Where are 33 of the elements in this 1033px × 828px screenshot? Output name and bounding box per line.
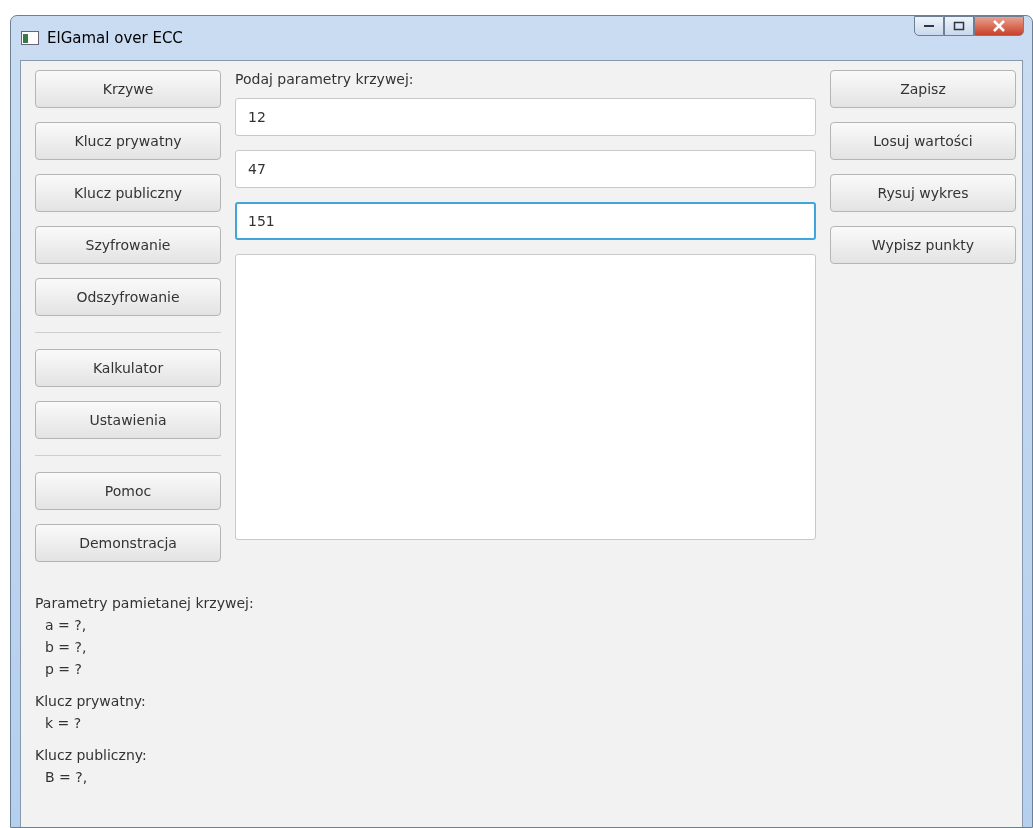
nav-button[interactable]: Kalkulator [35, 349, 222, 387]
input-field[interactable]: 12 [235, 98, 816, 136]
close-icon [992, 20, 1006, 32]
value-line: p = ? [44, 660, 83, 679]
action-button[interactable]: Wypisz punkty [829, 226, 1016, 264]
maximize-button[interactable] [944, 16, 974, 36]
input-field[interactable]: 151 [235, 202, 816, 240]
minimize-icon [923, 24, 935, 28]
value-line: B = ?, [44, 768, 89, 787]
nav-button[interactable]: Krzywe [35, 70, 222, 108]
minimize-button[interactable] [914, 16, 944, 36]
section-heading: Klucz prywatny: [35, 692, 147, 711]
close-button[interactable] [974, 16, 1024, 36]
action-button[interactable]: Rysuj wykres [829, 174, 1016, 212]
nav-button[interactable]: Klucz publiczny [35, 174, 222, 212]
prompt-label: Podaj parametry krzywej: [235, 70, 415, 88]
nav-button[interactable]: Demonstracja [35, 524, 222, 562]
nav-button[interactable]: Odszyfrowanie [35, 278, 222, 316]
value-line: b = ?, [44, 638, 88, 657]
value-line: a = ?, [44, 616, 88, 635]
nav-button[interactable]: Klucz prywatny [35, 122, 222, 160]
action-button[interactable]: Zapisz [829, 70, 1016, 108]
input-field[interactable]: 47 [235, 150, 816, 188]
app-icon [21, 31, 39, 45]
nav-button[interactable]: Ustawienia [35, 401, 222, 439]
section-heading: Parametry pamietanej krzywej: [35, 594, 255, 613]
action-button[interactable]: Losuj wartości [829, 122, 1016, 160]
value-line: k = ? [44, 714, 83, 733]
window-title: ElGamal over ECC [47, 27, 183, 49]
nav-button[interactable]: Pomoc [35, 472, 222, 510]
section-heading: Klucz publiczny: [35, 746, 148, 765]
maximize-icon [953, 21, 965, 31]
nav-button[interactable]: Szyfrowanie [35, 226, 222, 264]
